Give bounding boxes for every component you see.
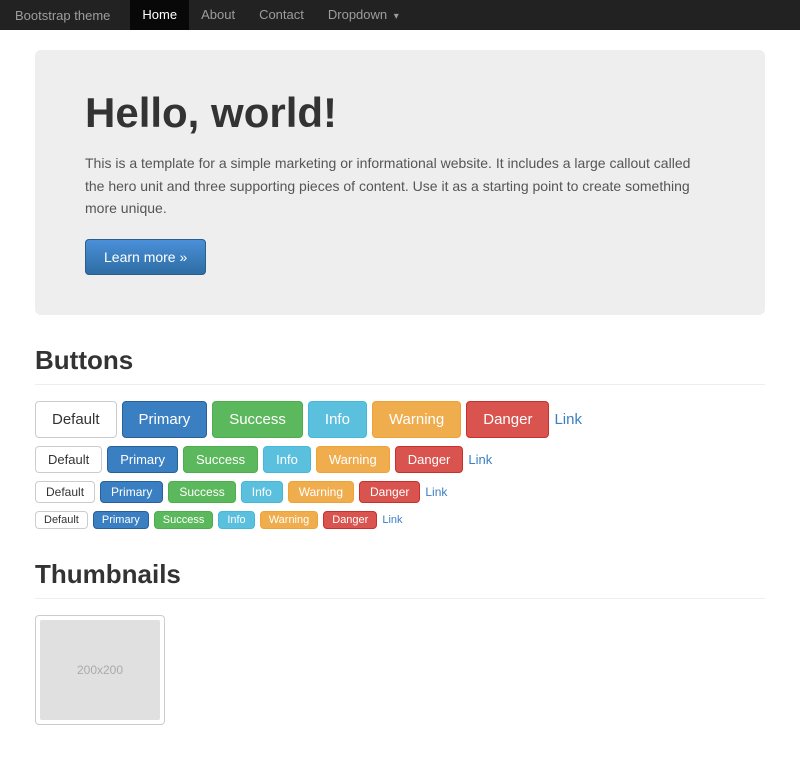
main-container: Hello, world! This is a template for a s… [20,30,780,775]
thumbnail-item[interactable]: 200x200 [35,615,165,725]
btn-warning-mini[interactable]: Warning [260,511,319,529]
thumbnails-section-title: Thumbnails [35,559,765,599]
btn-primary-medium[interactable]: Primary [107,446,178,473]
chevron-down-icon: ▾ [394,11,399,22]
btn-default-large[interactable]: Default [35,401,117,438]
btn-danger-medium[interactable]: Danger [395,446,464,473]
nav-item-dropdown[interactable]: Dropdown ▾ [316,0,411,30]
btn-warning-medium[interactable]: Warning [316,446,390,473]
thumbnail-placeholder: 200x200 [40,620,160,720]
navbar: Bootstrap theme Home About Contact Dropd… [0,0,800,30]
buttons-section: Buttons Default Primary Success Info War… [35,345,765,529]
btn-link-large[interactable]: Link [554,411,582,428]
btn-primary-mini[interactable]: Primary [93,511,149,529]
navbar-brand[interactable]: Bootstrap theme [15,8,110,23]
nav-item-contact[interactable]: Contact [247,0,316,30]
btn-danger-small[interactable]: Danger [359,481,420,503]
btn-success-medium[interactable]: Success [183,446,258,473]
btn-link-small[interactable]: Link [425,485,447,499]
btn-default-mini[interactable]: Default [35,511,88,529]
btn-info-small[interactable]: Info [241,481,283,503]
btn-default-small[interactable]: Default [35,481,95,503]
btn-success-large[interactable]: Success [212,401,303,438]
btn-info-mini[interactable]: Info [218,511,254,529]
button-row-large: Default Primary Success Info Warning Dan… [35,401,765,438]
hero-description: This is a template for a simple marketin… [85,152,705,219]
btn-primary-small[interactable]: Primary [100,481,163,503]
btn-danger-large[interactable]: Danger [466,401,549,438]
learn-more-button[interactable]: Learn more » [85,239,206,275]
nav-item-about[interactable]: About [189,0,247,30]
btn-warning-small[interactable]: Warning [288,481,354,503]
btn-success-small[interactable]: Success [168,481,235,503]
btn-danger-mini[interactable]: Danger [323,511,377,529]
nav-item-home[interactable]: Home [130,0,189,30]
btn-default-medium[interactable]: Default [35,446,102,473]
btn-primary-large[interactable]: Primary [122,401,208,438]
btn-info-medium[interactable]: Info [263,446,311,473]
btn-link-medium[interactable]: Link [468,452,492,467]
nav-link-about[interactable]: About [189,0,247,30]
button-row-mini: Default Primary Success Info Warning Dan… [35,511,765,529]
nav-link-dropdown[interactable]: Dropdown ▾ [316,0,411,30]
btn-link-mini[interactable]: Link [382,514,402,526]
btn-warning-large[interactable]: Warning [372,401,461,438]
hero-unit: Hello, world! This is a template for a s… [35,50,765,315]
buttons-section-title: Buttons [35,345,765,385]
button-row-small: Default Primary Success Info Warning Dan… [35,481,765,503]
btn-info-large[interactable]: Info [308,401,367,438]
thumbnails-section: Thumbnails 200x200 [35,559,765,725]
nav-link-contact[interactable]: Contact [247,0,316,30]
navbar-nav: Home About Contact Dropdown ▾ [130,0,410,30]
thumbnail-label: 200x200 [77,663,123,677]
btn-success-mini[interactable]: Success [154,511,214,529]
hero-title: Hello, world! [85,90,715,136]
nav-link-home[interactable]: Home [130,0,189,30]
button-row-medium: Default Primary Success Info Warning Dan… [35,446,765,473]
